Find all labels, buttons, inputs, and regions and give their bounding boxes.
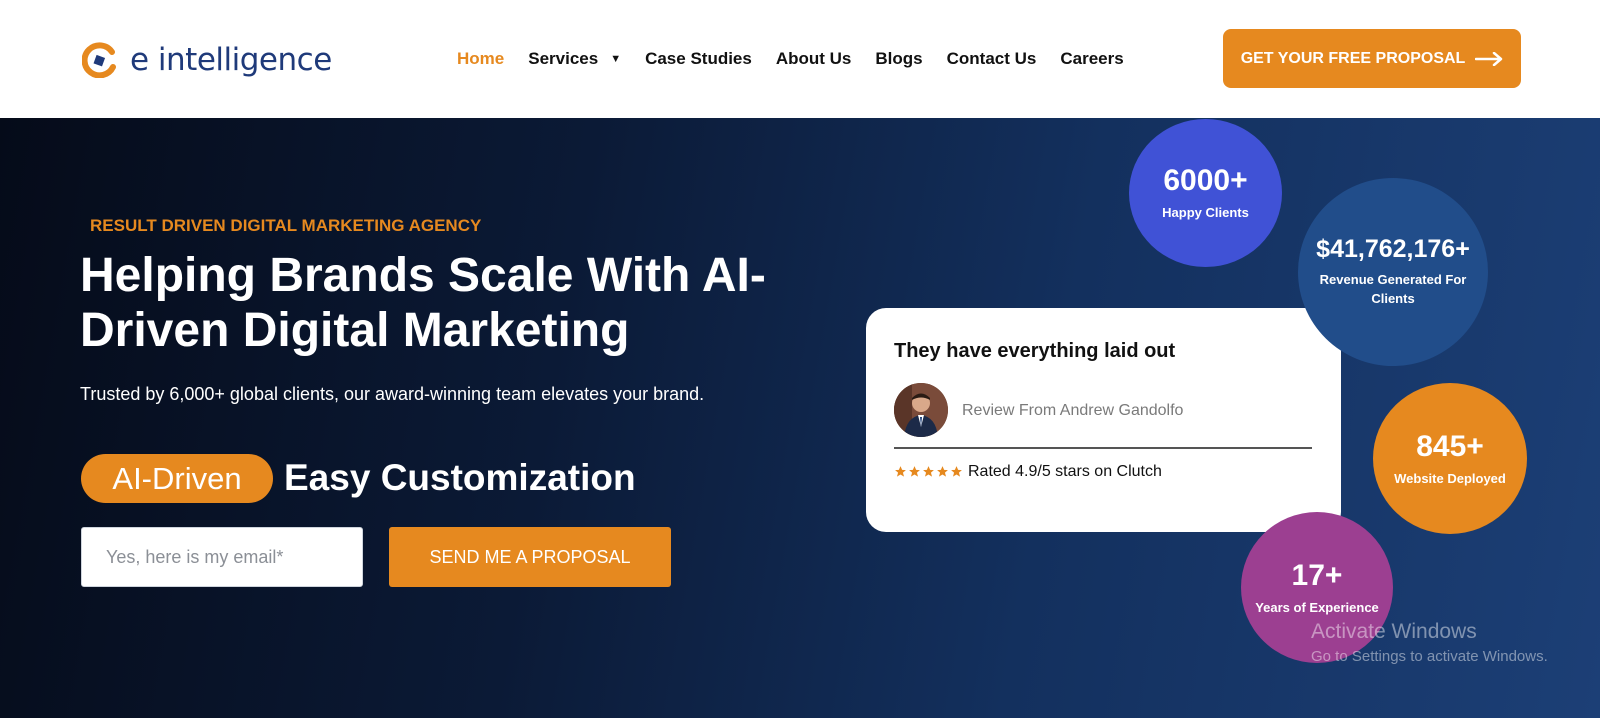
free-proposal-button[interactable]: GET YOUR FREE PROPOSAL <box>1223 29 1521 88</box>
hero-headline: Helping Brands Scale With AI-Driven Digi… <box>80 249 766 357</box>
stat-value: 6000+ <box>1163 164 1248 197</box>
nav-about-us[interactable]: About Us <box>776 49 852 69</box>
site-header: e intelligence Home Services ▼ Case Stud… <box>0 0 1600 118</box>
star-rating <box>894 465 964 478</box>
card-divider <box>894 447 1312 449</box>
rotating-feature-text: Easy Customization <box>284 457 636 498</box>
reviewer-name: Review From Andrew Gandolfo <box>962 402 1184 419</box>
stat-value: $41,762,176+ <box>1316 235 1470 264</box>
chevron-down-icon: ▼ <box>610 53 622 65</box>
hero-subtext: Trusted by 6,000+ global clients, our aw… <box>80 384 705 404</box>
logo-text: e intelligence <box>130 42 332 78</box>
avatar <box>894 383 948 437</box>
nav-contact-us[interactable]: Contact Us <box>947 49 1037 69</box>
stat-websites: 845+ Website Deployed <box>1373 383 1527 534</box>
star-icon <box>951 466 962 477</box>
nav-case-studies[interactable]: Case Studies <box>645 49 752 69</box>
hero-section: RESULT DRIVEN DIGITAL MARKETING AGENCY H… <box>0 118 1600 718</box>
nav-services[interactable]: Services ▼ <box>528 49 621 69</box>
stat-happy-clients: 6000+ Happy Clients <box>1129 119 1282 267</box>
activate-windows-watermark: Activate Windows Go to Settings to activ… <box>1311 618 1548 668</box>
review-card: They have everything laid out Review Fro… <box>866 308 1341 532</box>
stat-label: Website Deployed <box>1394 470 1506 486</box>
star-icon <box>923 466 934 477</box>
reviewer-photo-icon <box>894 383 948 437</box>
email-input[interactable] <box>81 527 363 587</box>
nav-blogs[interactable]: Blogs <box>875 49 922 69</box>
send-proposal-button[interactable]: SEND ME A PROPOSAL <box>389 527 671 587</box>
star-icon <box>909 466 920 477</box>
stat-revenue: $41,762,176+ Revenue Generated For Clien… <box>1298 178 1488 366</box>
stat-label: Revenue Generated For Clients <box>1319 271 1467 306</box>
star-icon <box>937 466 948 477</box>
free-proposal-label: GET YOUR FREE PROPOSAL <box>1240 49 1466 67</box>
watermark-subtitle: Go to Settings to activate Windows. <box>1311 648 1548 665</box>
arrow-right-icon <box>1475 51 1503 66</box>
stat-label: Happy Clients <box>1162 205 1249 220</box>
review-title: They have everything laid out <box>894 340 1176 362</box>
main-nav: Home Services ▼ Case Studies About Us Bl… <box>457 47 1148 71</box>
hero-eyebrow: RESULT DRIVEN DIGITAL MARKETING AGENCY <box>90 216 482 235</box>
star-icon <box>895 466 906 477</box>
watermark-title: Activate Windows <box>1311 620 1477 643</box>
logo[interactable]: e intelligence <box>82 38 332 82</box>
rating-text: Rated 4.9/5 stars on Clutch <box>968 463 1162 480</box>
logo-icon <box>82 42 116 78</box>
nav-careers[interactable]: Careers <box>1060 49 1123 69</box>
stat-value: 845+ <box>1416 429 1484 463</box>
nav-services-label: Services <box>528 49 599 68</box>
nav-home[interactable]: Home <box>457 49 504 69</box>
ai-driven-pill: AI-Driven <box>81 454 273 503</box>
stat-value: 17+ <box>1291 558 1343 592</box>
stat-label: Years of Experience <box>1255 599 1379 615</box>
